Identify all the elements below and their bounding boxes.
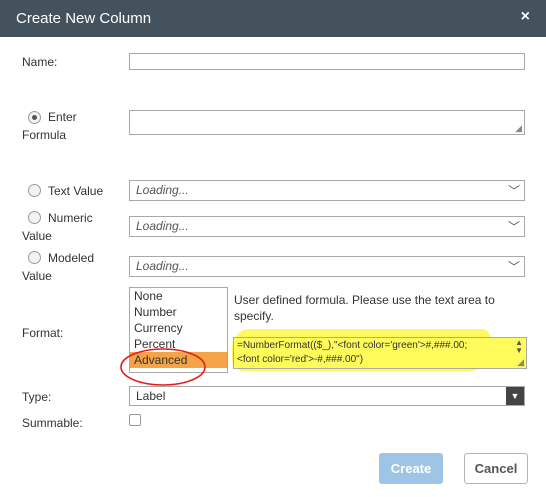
text-value-label: Text Value: [48, 184, 104, 198]
chevron-down-icon: ﹀: [507, 260, 520, 274]
modeled-value-radio[interactable]: [28, 251, 41, 264]
caret-down-icon: ▼: [506, 387, 524, 405]
summable-checkbox[interactable]: [129, 414, 141, 426]
spinner-icon[interactable]: ▲ ▼: [515, 339, 523, 355]
formula-textarea[interactable]: ◢: [129, 110, 525, 135]
cancel-button[interactable]: Cancel: [464, 453, 528, 484]
close-icon[interactable]: ×: [521, 8, 530, 26]
dialog-title: Create New Column: [16, 10, 152, 27]
format-formula-text: =NumberFormat(($_),"<font color='green'>…: [237, 339, 509, 367]
text-value-select-value: Loading...: [136, 183, 189, 197]
name-input[interactable]: [129, 53, 525, 70]
resize-handle-icon[interactable]: ◢: [515, 124, 522, 133]
modeled-value-label: Modeled: [48, 251, 95, 265]
format-option-percent[interactable]: Percent: [130, 336, 227, 352]
numeric-value-label: Numeric: [48, 211, 93, 225]
type-select[interactable]: Label ▼: [129, 386, 525, 406]
chevron-down-icon: ﹀: [507, 220, 520, 234]
format-formula-line: <font color='red'>-#,###.00"): [237, 354, 364, 365]
modeled-value-label-cont: Value: [22, 269, 52, 283]
enter-formula-label: Enter: [48, 110, 77, 124]
format-listbox[interactable]: None Number Currency Percent Advanced: [129, 287, 228, 373]
numeric-value-select[interactable]: Loading... ﹀: [129, 216, 525, 237]
enter-formula-radio[interactable]: [28, 111, 41, 124]
format-formula-textarea[interactable]: =NumberFormat(($_),"<font color='green'>…: [233, 337, 527, 369]
format-option-number[interactable]: Number: [130, 304, 227, 320]
modeled-value-select-value: Loading...: [136, 259, 189, 273]
resize-handle-icon[interactable]: ◢: [517, 358, 524, 367]
format-option-currency[interactable]: Currency: [130, 320, 227, 336]
create-button[interactable]: Create: [379, 453, 443, 484]
numeric-value-label-cont: Value: [22, 229, 52, 243]
summable-label: Summable:: [22, 416, 83, 430]
format-formula-line: =NumberFormat(($_),"<font color='green'>…: [237, 340, 468, 351]
type-select-value: Label: [136, 389, 166, 403]
dialog-titlebar: Create New Column ×: [0, 0, 546, 37]
type-label: Type:: [22, 390, 52, 404]
format-helper-text: User defined formula. Please use the tex…: [234, 293, 495, 323]
modeled-value-select[interactable]: Loading... ﹀: [129, 256, 525, 277]
chevron-down-icon: ﹀: [507, 184, 520, 198]
numeric-value-radio[interactable]: [28, 211, 41, 224]
format-option-none[interactable]: None: [130, 288, 227, 304]
name-label: Name:: [22, 55, 58, 69]
text-value-radio[interactable]: [28, 184, 41, 197]
enter-formula-label-cont: Formula: [22, 128, 67, 142]
format-label: Format:: [22, 326, 64, 340]
text-value-select[interactable]: Loading... ﹀: [129, 180, 525, 201]
numeric-value-select-value: Loading...: [136, 219, 189, 233]
format-option-advanced[interactable]: Advanced: [130, 352, 227, 368]
